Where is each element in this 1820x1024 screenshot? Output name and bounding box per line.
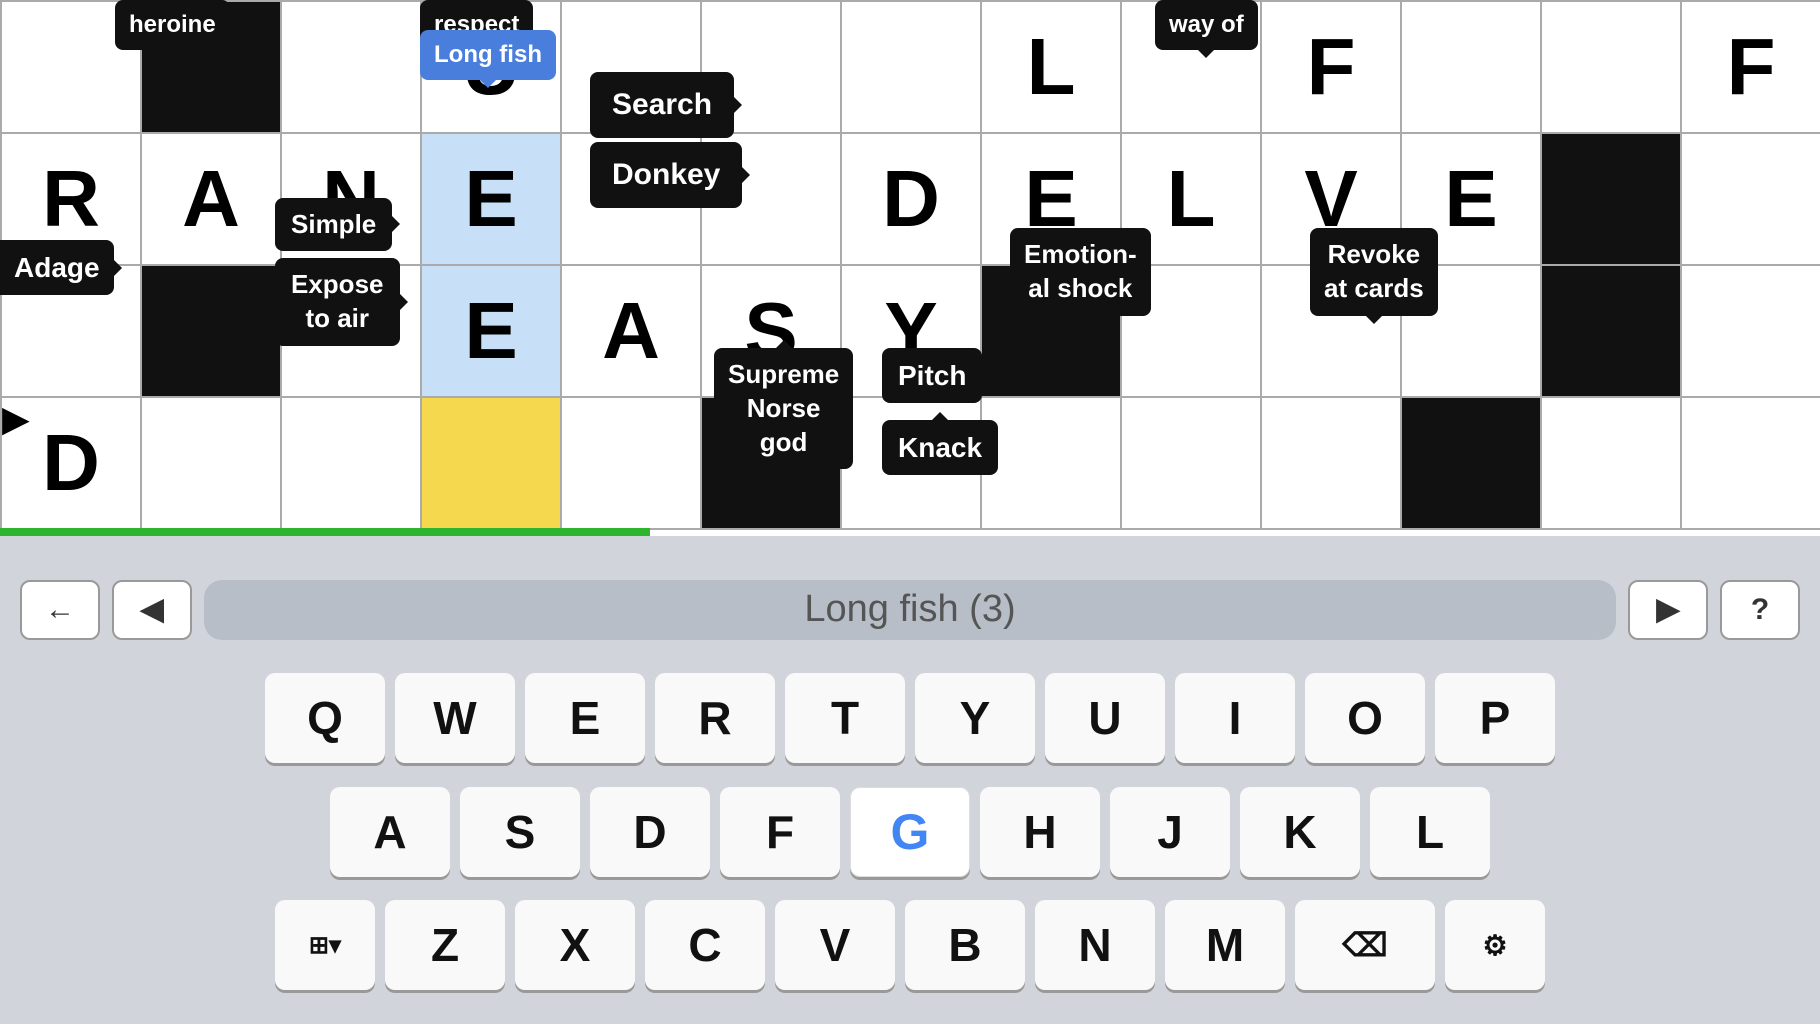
key-Y[interactable]: Y: [915, 673, 1035, 763]
cell-r0-c12[interactable]: F: [1682, 2, 1820, 134]
cell-r3-c12[interactable]: [1682, 398, 1820, 530]
key-settings[interactable]: ⚙: [1445, 900, 1545, 990]
key-O[interactable]: O: [1305, 673, 1425, 763]
clue-expose-to-air[interactable]: Exposeto air: [275, 258, 400, 346]
keyboard-row-3: ⊞▾ Z X C V B N M ⌫ ⚙: [275, 900, 1545, 990]
clue-pitch[interactable]: Pitch: [882, 348, 982, 403]
key-F[interactable]: F: [720, 787, 840, 877]
cell-r1-c12[interactable]: [1682, 134, 1820, 266]
key-V[interactable]: V: [775, 900, 895, 990]
cell-r0-c10[interactable]: [1402, 2, 1542, 134]
key-special[interactable]: ⊞▾: [275, 900, 375, 990]
key-J[interactable]: J: [1110, 787, 1230, 877]
clue-way-of[interactable]: way of: [1155, 0, 1258, 50]
key-W[interactable]: W: [395, 673, 515, 763]
key-H[interactable]: H: [980, 787, 1100, 877]
key-I[interactable]: I: [1175, 673, 1295, 763]
clue-supreme-norse-god[interactable]: SupremeNorsegod: [714, 348, 853, 469]
cell-r2-c4[interactable]: A: [562, 266, 702, 398]
next-word-button[interactable]: ▶: [1628, 580, 1708, 640]
back-button[interactable]: ←: [20, 580, 100, 640]
cell-r0-c7[interactable]: L: [982, 2, 1122, 134]
clue-long-fish[interactable]: Long fish: [420, 30, 556, 80]
cell-r2-c12[interactable]: [1682, 266, 1820, 398]
cell-r0-c6[interactable]: [842, 2, 982, 134]
cell-r3-c8[interactable]: [1122, 398, 1262, 530]
clue-bar: ← ◀ Long fish (3) ▶ ?: [0, 570, 1820, 650]
keyboard: ← ◀ Long fish (3) ▶ ? Q W E R T Y U I O …: [0, 536, 1820, 1024]
clue-revoke-at-cards[interactable]: Revokeat cards: [1310, 228, 1438, 316]
key-T[interactable]: T: [785, 673, 905, 763]
cell-r1-c3[interactable]: E: [422, 134, 562, 266]
row3-left-arrow: ▶: [2, 398, 30, 440]
key-U[interactable]: U: [1045, 673, 1165, 763]
cell-r3-c10[interactable]: [1402, 398, 1542, 530]
cell-r1-c1[interactable]: A: [142, 134, 282, 266]
clue-heroine[interactable]: heroine: [115, 0, 230, 50]
key-C[interactable]: C: [645, 900, 765, 990]
cell-r1-c6[interactable]: D: [842, 134, 982, 266]
cell-r0-c2[interactable]: [282, 2, 422, 134]
cell-r0-c9[interactable]: F: [1262, 2, 1402, 134]
key-L[interactable]: L: [1370, 787, 1490, 877]
cell-r0-c11[interactable]: [1542, 2, 1682, 134]
key-X[interactable]: X: [515, 900, 635, 990]
clue-search[interactable]: Search: [590, 72, 734, 138]
clue-donkey[interactable]: Donkey: [590, 142, 742, 208]
cell-r2-c3[interactable]: E: [422, 266, 562, 398]
key-backspace[interactable]: ⌫: [1295, 900, 1435, 990]
key-R[interactable]: R: [655, 673, 775, 763]
clue-knack[interactable]: Knack: [882, 420, 998, 475]
cell-r3-c7[interactable]: [982, 398, 1122, 530]
key-Q[interactable]: Q: [265, 673, 385, 763]
cell-r3-c2[interactable]: [282, 398, 422, 530]
key-D[interactable]: D: [590, 787, 710, 877]
cell-r2-c1[interactable]: [142, 266, 282, 398]
key-Z[interactable]: Z: [385, 900, 505, 990]
key-E[interactable]: E: [525, 673, 645, 763]
key-P[interactable]: P: [1435, 673, 1555, 763]
cell-r3-c11[interactable]: [1542, 398, 1682, 530]
cell-r2-c11[interactable]: [1542, 266, 1682, 398]
key-A[interactable]: A: [330, 787, 450, 877]
key-B[interactable]: B: [905, 900, 1025, 990]
clue-adage[interactable]: Adage: [0, 240, 114, 295]
key-N[interactable]: N: [1035, 900, 1155, 990]
help-button[interactable]: ?: [1720, 580, 1800, 640]
cell-r3-c9[interactable]: [1262, 398, 1402, 530]
cell-r3-c4[interactable]: [562, 398, 702, 530]
prev-word-button[interactable]: ◀: [112, 580, 192, 640]
key-K[interactable]: K: [1240, 787, 1360, 877]
clue-simple[interactable]: Simple: [275, 198, 392, 251]
key-M[interactable]: M: [1165, 900, 1285, 990]
cell-r1-c11[interactable]: [1542, 134, 1682, 266]
clue-bar-text: Long fish (3): [204, 580, 1616, 640]
key-S[interactable]: S: [460, 787, 580, 877]
cell-r3-c1[interactable]: [142, 398, 282, 530]
clue-emotional-shock[interactable]: Emotion-al shock: [1010, 228, 1151, 316]
key-G[interactable]: G: [850, 787, 970, 877]
keyboard-row-2: A S D F G H J K L: [330, 787, 1490, 877]
cell-r3-c3[interactable]: [422, 398, 562, 530]
keyboard-row-1: Q W E R T Y U I O P: [265, 673, 1555, 763]
progress-bar: [0, 528, 650, 536]
